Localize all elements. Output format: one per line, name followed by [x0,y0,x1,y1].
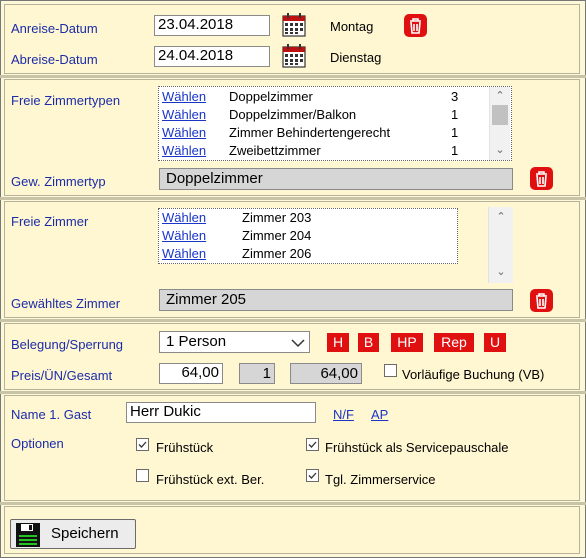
badge-u-button[interactable]: U [484,333,506,352]
clear-dates-trash-icon[interactable] [404,14,427,37]
choose-room-link[interactable]: Wählen [162,210,206,225]
list-item: Wählen Zimmer 206 [159,246,455,264]
selected-room-field: Zimmer 205 [159,289,513,311]
price-per-night-input[interactable]: 64,00 [159,363,223,384]
list-item: Wählen Zimmer 203 [159,210,455,228]
scroll-down-arrow-icon[interactable]: ⌄ [490,143,510,156]
clear-room-trash-icon[interactable] [530,289,553,312]
arrival-calendar-icon[interactable] [282,13,306,37]
occupancy-value: 1 Person [166,333,227,350]
scroll-up-arrow-icon[interactable]: ⌃ [489,210,513,223]
departure-date-input[interactable]: 24.04.2018 [154,46,270,67]
breakfast-service-fee-checkbox[interactable] [306,438,319,451]
divider [0,391,586,394]
badge-hp-button[interactable]: HP [391,333,423,352]
room-type-name: Zweibettzimmer [229,143,321,158]
choose-room-type-link[interactable]: Wählen [162,89,206,104]
choose-room-link[interactable]: Wählen [162,246,206,261]
occupancy-select[interactable]: 1 Person [159,331,310,353]
checkmark-icon [308,441,317,448]
save-button[interactable]: Speichern [10,519,136,549]
breakfast-external-label: Frühstück ext. Ber. [156,472,265,487]
list-item: Wählen Zimmer Behindertengerecht 1 [159,125,489,143]
guest-name-input[interactable]: Herr Dukic [126,402,316,423]
room-type-name: Zimmer Behindertengerecht [229,125,391,140]
nf-link[interactable]: N/F [333,407,354,422]
checkmark-icon [308,472,317,479]
departure-calendar-icon[interactable] [282,44,306,68]
free-rooms-scrollbar[interactable]: ⌃ ⌄ [488,207,513,283]
list-item: Wählen Zweibettzimmer 1 [159,143,489,161]
badge-b-button[interactable]: B [358,333,379,352]
checkmark-icon [138,441,147,448]
selected-room-type-field: Doppelzimmer [159,168,513,190]
badge-h-button[interactable]: H [327,333,349,352]
room-type-name: Doppelzimmer/Balkon [229,107,357,122]
badge-rep-button[interactable]: Rep [434,333,474,352]
free-rooms-list[interactable]: Wählen Zimmer 203 Wählen Zimmer 204 Wähl… [158,208,458,264]
arrival-date-label: Anreise-Datum [11,21,98,36]
room-type-name: Doppelzimmer [229,89,313,104]
room-type-count: 1 [451,125,459,140]
breakfast-external-checkbox[interactable] [136,469,149,482]
arrival-date-input[interactable]: 23.04.2018 [154,15,270,36]
departure-date-label: Abreise-Datum [11,52,98,67]
room-type-count: 3 [451,89,459,104]
list-item: Wählen Doppelzimmer 3 [159,89,489,107]
nights-field: 1 [239,363,275,384]
daily-room-service-checkbox[interactable] [306,469,319,482]
room-types-scrollbar[interactable]: ⌃ ⌄ [489,87,510,160]
room-types-list[interactable]: Wählen Doppelzimmer 3 Wählen Doppelzimme… [158,86,512,161]
chevron-down-icon [291,339,305,348]
total-field: 64,00 [290,363,362,384]
provisional-booking-checkbox[interactable] [384,364,397,377]
list-item: Wählen Zimmer 204 [159,228,455,246]
divider [0,319,586,322]
divider [0,197,586,200]
ap-link[interactable]: AP [371,407,388,422]
room-type-count: 1 [451,107,459,122]
list-item: Wählen Doppelzimmer/Balkon 1 [159,107,489,125]
free-rooms-label: Freie Zimmer [11,214,89,229]
room-types-label: Freie Zimmertypen [11,93,121,108]
floppy-disk-icon [16,523,40,547]
breakfast-service-fee-label: Frühstück als Servicepauschale [325,440,509,455]
choose-room-type-link[interactable]: Wählen [162,107,206,122]
room-name: Zimmer 204 [242,228,312,243]
guest-name-label: Name 1. Gast [11,407,92,422]
departure-weekday: Dienstag [330,50,382,65]
choose-room-link[interactable]: Wählen [162,228,206,243]
breakfast-label: Frühstück [156,440,214,455]
clear-room-type-trash-icon[interactable] [530,167,553,190]
selected-room-label: Gewähltes Zimmer [11,296,121,311]
options-label: Optionen [11,436,64,451]
save-button-label: Speichern [51,525,119,542]
scrollbar-thumb[interactable] [492,105,508,125]
room-name: Zimmer 203 [242,210,312,225]
daily-room-service-label: Tgl. Zimmerservice [325,472,436,487]
choose-room-type-link[interactable]: Wählen [162,143,206,158]
provisional-booking-label: Vorläufige Buchung (VB) [402,367,545,382]
scroll-down-arrow-icon[interactable]: ⌄ [489,265,513,278]
arrival-weekday: Montag [330,19,374,34]
scroll-up-arrow-icon[interactable]: ⌃ [490,89,510,102]
occupancy-label: Belegung/Sperrung [11,337,124,352]
divider [0,75,586,78]
selected-room-type-label: Gew. Zimmertyp [11,174,106,189]
breakfast-checkbox[interactable] [136,438,149,451]
room-type-count: 1 [451,143,459,158]
room-name: Zimmer 206 [242,246,312,261]
choose-room-type-link[interactable]: Wählen [162,125,206,140]
divider [0,502,586,505]
price-label: Preis/ÜN/Gesamt [11,368,113,383]
